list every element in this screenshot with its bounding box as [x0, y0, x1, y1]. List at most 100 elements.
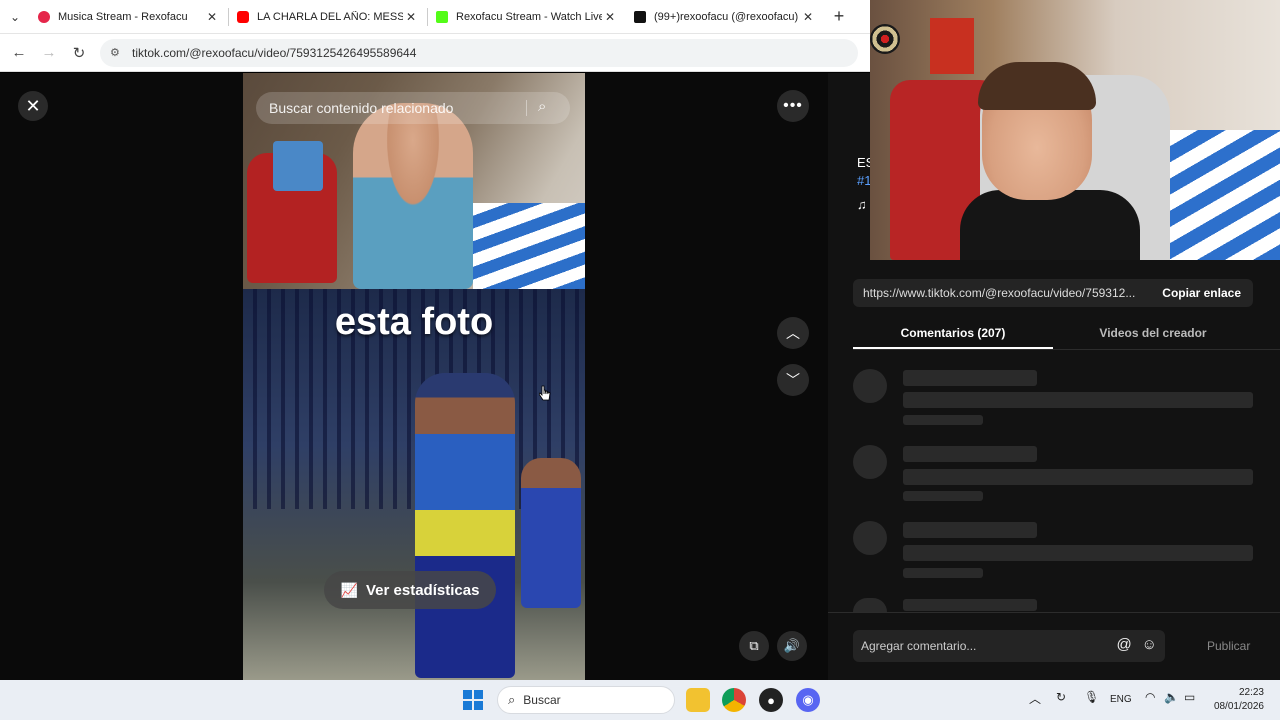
browser-tab-1[interactable]: Musica Stream - Rexofacu ✕	[30, 1, 228, 33]
tab-comments[interactable]: Comentarios (207)	[853, 318, 1053, 349]
chrome-icon[interactable]	[722, 688, 746, 712]
video-caption-overlay: esta foto	[334, 301, 494, 343]
webcam-overlay	[870, 0, 1280, 260]
tab-close-icon[interactable]: ✕	[800, 10, 816, 24]
address-bar-row: ← → ↻ ⚙ tiktok.com/@rexoofacu/video/7593…	[0, 34, 870, 72]
browser-tab-4-active[interactable]: (99+)rexoofacu (@rexoofacu) | ✕	[626, 0, 824, 33]
view-stats-label: Ver estadísticas	[366, 581, 480, 599]
skeleton-line	[903, 491, 983, 501]
file-explorer-icon[interactable]	[686, 688, 710, 712]
tab-favicon-icon	[634, 10, 646, 23]
webcam-dartboard	[870, 24, 900, 54]
panel-divider	[828, 612, 1280, 613]
browser-tab-2[interactable]: LA CHARLA DEL AÑO: MESSI D ✕	[229, 1, 427, 33]
copy-link-button[interactable]: Copiar enlace	[1150, 286, 1253, 300]
webcam-hair	[978, 62, 1096, 110]
video-person	[353, 103, 473, 289]
photo-player-left	[313, 398, 403, 678]
skeleton-avatar	[853, 369, 887, 403]
sync-icon[interactable]: ↻	[1056, 690, 1066, 704]
hand-cursor-icon	[539, 385, 551, 401]
speaker-icon[interactable]: 🔈	[1164, 690, 1179, 704]
share-url-text: https://www.tiktok.com/@rexoofacu/video/…	[863, 286, 1136, 300]
skeleton-line	[903, 599, 1037, 611]
previous-video-chevron-up-icon[interactable]: ︿	[777, 317, 809, 349]
windows-taskbar: ⌕ Buscar ● ◉ ︿ ↻ 🎙 ENG ◠ 🔈 ▭ 22:23 08/01…	[0, 680, 1280, 720]
new-tab-button[interactable]: +	[824, 6, 854, 27]
skeleton-line	[903, 522, 1037, 538]
tab-creator-videos[interactable]: Videos del creador	[1053, 318, 1253, 349]
tab-close-icon[interactable]: ✕	[403, 10, 419, 24]
tab-favicon-icon	[436, 10, 448, 23]
discord-icon[interactable]: ◉	[796, 688, 820, 712]
skeleton-line	[903, 469, 1253, 485]
search-icon[interactable]: ⌕	[538, 98, 546, 115]
share-link-row: https://www.tiktok.com/@rexoofacu/video/…	[853, 279, 1253, 307]
comment-input-icons: @ ☺	[1116, 636, 1157, 653]
video-stage: ✕ esta foto Buscar contenido relacionado…	[0, 73, 828, 680]
related-search-placeholder: Buscar contenido relacionado	[269, 100, 454, 116]
skeleton-line	[903, 370, 1037, 386]
panel-tabs: Comentarios (207) Videos del creador	[853, 318, 1280, 350]
skeleton-avatar	[853, 521, 887, 555]
video-jersey	[273, 141, 323, 191]
photo-player-right	[415, 373, 515, 678]
skeleton-line	[903, 415, 983, 425]
system-clock[interactable]: 22:23 08/01/2026	[1210, 686, 1264, 714]
webcam-poster	[930, 18, 974, 74]
clock-date: 08/01/2026	[1213, 701, 1264, 712]
browser-tab-3[interactable]: Rexofacu Stream - Watch Live o ✕	[428, 1, 626, 33]
more-options-icon[interactable]: •••	[777, 90, 809, 122]
search-icon: ⌕	[508, 692, 516, 707]
tab-close-icon[interactable]: ✕	[602, 10, 618, 24]
emoji-icon[interactable]: ☺	[1142, 636, 1157, 653]
skeleton-avatar	[853, 445, 887, 479]
windows-start-icon[interactable]	[463, 690, 483, 710]
reload-icon[interactable]: ↻	[64, 44, 94, 62]
photo-player-seated	[521, 458, 581, 608]
music-note-icon: ♫	[857, 197, 867, 212]
taskbar-search-input[interactable]: ⌕ Buscar	[497, 686, 675, 714]
app-icon[interactable]: ●	[759, 688, 783, 712]
browser-tab-bar: ⌄ Musica Stream - Rexofacu ✕ LA CHARLA D…	[0, 0, 870, 34]
language-indicator[interactable]: ENG	[1110, 694, 1132, 705]
taskbar-search-label: Buscar	[523, 693, 561, 707]
forward-arrow-icon[interactable]: →	[34, 44, 64, 61]
related-search-input[interactable]: Buscar contenido relacionado ⌕	[256, 92, 570, 124]
tab-title: Rexofacu Stream - Watch Live o	[456, 10, 602, 23]
skeleton-line	[903, 568, 983, 578]
close-icon[interactable]: ✕	[18, 91, 48, 121]
clock-time: 22:23	[1238, 687, 1264, 698]
screen: ⌄ Musica Stream - Rexofacu ✕ LA CHARLA D…	[0, 0, 1280, 720]
battery-icon[interactable]: ▭	[1184, 690, 1195, 704]
skeleton-line	[903, 392, 1253, 408]
tab-favicon-icon	[38, 10, 50, 23]
comment-input[interactable]: Agregar comentario... @ ☺	[853, 630, 1165, 662]
wifi-icon[interactable]: ◠	[1145, 690, 1155, 704]
next-video-chevron-down-icon[interactable]: ﹀	[777, 364, 809, 396]
webcam-shirt	[960, 190, 1140, 260]
back-arrow-icon[interactable]: ←	[4, 44, 34, 61]
publish-button[interactable]: Publicar	[1207, 639, 1250, 653]
url-text: tiktok.com/@rexoofacu/video/759312542649…	[132, 45, 417, 60]
site-info-icon[interactable]: ⚙	[110, 46, 124, 60]
skeleton-line	[903, 446, 1037, 462]
volume-icon[interactable]: 🔊	[777, 631, 807, 661]
webcam-flag	[1170, 130, 1280, 260]
search-divider	[526, 100, 527, 116]
microphone-icon[interactable]: 🎙	[1084, 690, 1099, 704]
skeleton-line	[903, 545, 1253, 561]
mini-player-icon[interactable]: ⧉	[739, 631, 769, 661]
tab-title: (99+)rexoofacu (@rexoofacu) |	[654, 10, 800, 23]
comment-placeholder: Agregar comentario...	[861, 639, 977, 653]
url-field[interactable]: ⚙ tiktok.com/@rexoofacu/video/7593125426…	[100, 38, 858, 67]
tray-chevron-up-icon[interactable]: ︿	[1029, 690, 1041, 707]
tab-close-icon[interactable]: ✕	[204, 10, 220, 24]
mention-icon[interactable]: @	[1116, 636, 1131, 653]
tab-title: LA CHARLA DEL AÑO: MESSI D	[257, 10, 403, 23]
tab-favicon-icon	[237, 10, 249, 23]
tab-search-chevron-icon[interactable]: ⌄	[0, 2, 30, 32]
video-flag	[473, 203, 585, 289]
view-stats-button[interactable]: 📈 Ver estadísticas	[324, 571, 496, 609]
tab-title: Musica Stream - Rexofacu	[58, 10, 188, 23]
